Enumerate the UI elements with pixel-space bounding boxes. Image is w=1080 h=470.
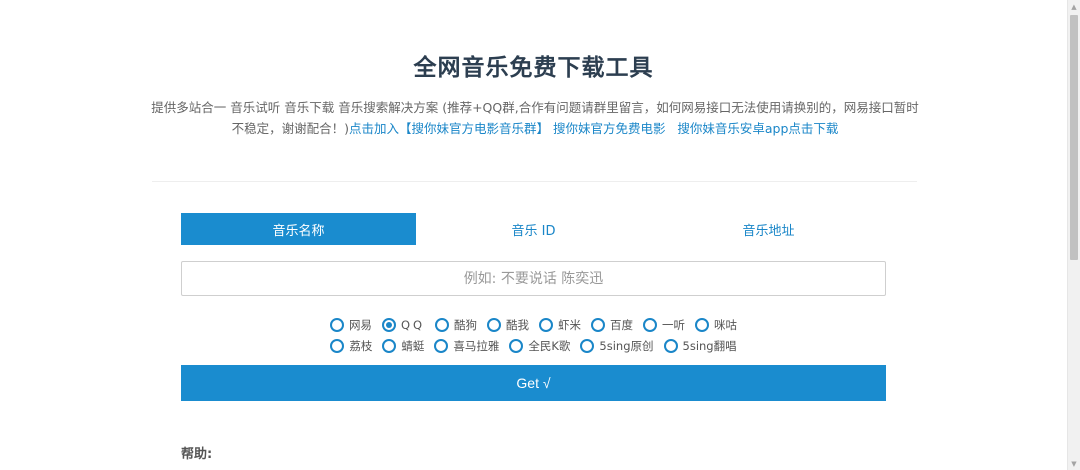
radio-icon (435, 317, 450, 332)
source-label: 酷我 (506, 317, 530, 332)
help-heading: 帮助: (181, 447, 213, 462)
source-option-5sing-cover[interactable]: 5sing翻唱 (663, 338, 737, 354)
source-option-migu[interactable]: 咪咕 (695, 317, 737, 333)
free-movies-link[interactable]: 搜你妹官方免费电影 (553, 121, 666, 136)
source-label: 一听 (662, 317, 686, 332)
page: 全网音乐免费下载工具 提供多站合一 音乐试听 音乐下载 音乐搜索解决方案 (推荐… (0, 0, 1067, 470)
radio-icon (329, 317, 344, 332)
source-row-2: 荔枝 蜻蜓 喜马拉雅 全民K歌 5sing原创 5sing翻唱 (181, 335, 886, 356)
source-label: 5sing翻唱 (682, 338, 737, 353)
source-option-kge[interactable]: 全民K歌 (509, 338, 570, 354)
tab-music-url[interactable]: 音乐地址 (651, 213, 886, 245)
source-row-1: 网易 QQ 酷狗 酷我 虾米 百度 一听 咪咕 (181, 314, 886, 335)
source-label: 蜻蜓 (401, 338, 425, 353)
source-option-xiami[interactable]: 虾米 (539, 317, 581, 333)
radio-icon (591, 317, 606, 332)
vertical-scrollbar[interactable]: ▲ ▼ (1067, 0, 1080, 470)
source-label: QQ (400, 317, 426, 332)
triangle-down-icon[interactable]: ▼ (1068, 457, 1080, 470)
android-app-link[interactable]: 搜你妹音乐安卓app点击下载 (677, 121, 838, 136)
source-label: 荔枝 (349, 338, 373, 353)
page-title: 全网音乐免费下载工具 (413, 55, 654, 81)
radio-checked-icon (381, 317, 396, 332)
source-label: 5sing原创 (599, 338, 654, 353)
radio-icon (487, 317, 502, 332)
page-description: 提供多站合一 音乐试听 音乐下载 音乐搜索解决方案 (推荐+QQ群,合作有问题请… (150, 97, 920, 139)
radio-icon (509, 338, 524, 353)
source-option-qq[interactable]: QQ (381, 317, 426, 332)
tab-music-id[interactable]: 音乐 ID (416, 213, 651, 245)
radio-icon (382, 338, 397, 353)
source-option-ximalaya[interactable]: 喜马拉雅 (434, 338, 499, 354)
divider (152, 181, 917, 182)
radio-icon (643, 317, 658, 332)
source-label: 咪咕 (714, 317, 738, 332)
source-option-netease[interactable]: 网易 (329, 317, 372, 333)
source-option-1ting[interactable]: 一听 (643, 317, 685, 333)
source-label: 全民K歌 (528, 338, 571, 353)
radio-icon (539, 317, 554, 332)
source-option-kuwo[interactable]: 酷我 (487, 317, 529, 333)
source-option-baidu[interactable]: 百度 (591, 317, 633, 333)
radio-icon (434, 338, 449, 353)
source-label: 酷狗 (454, 317, 478, 332)
triangle-up-icon[interactable]: ▲ (1068, 0, 1080, 13)
join-group-link[interactable]: 点击加入【搜你妹官方电影音乐群】 (349, 121, 549, 136)
radio-icon (695, 317, 710, 332)
search-input[interactable] (181, 261, 886, 296)
scrollbar-thumb[interactable] (1070, 15, 1078, 260)
source-selector: 网易 QQ 酷狗 酷我 虾米 百度 一听 咪咕 荔枝 蜻蜓 喜马拉雅 全民K歌 … (181, 314, 886, 356)
source-option-kugou[interactable]: 酷狗 (435, 317, 477, 333)
source-option-qingting[interactable]: 蜻蜓 (382, 338, 424, 354)
source-label: 喜马拉雅 (453, 338, 500, 353)
search-mode-tabs: 音乐名称 音乐 ID 音乐地址 (181, 213, 886, 245)
tab-music-name[interactable]: 音乐名称 (181, 213, 416, 245)
source-label: 百度 (610, 317, 634, 332)
source-label: 网易 (348, 317, 372, 332)
radio-icon (330, 338, 345, 353)
get-button[interactable]: Get √ (181, 365, 886, 401)
radio-icon (663, 338, 678, 353)
source-label: 虾米 (558, 317, 582, 332)
source-option-5sing-original[interactable]: 5sing原创 (580, 338, 654, 354)
source-option-lizhi[interactable]: 荔枝 (330, 338, 372, 354)
radio-icon (580, 338, 595, 353)
